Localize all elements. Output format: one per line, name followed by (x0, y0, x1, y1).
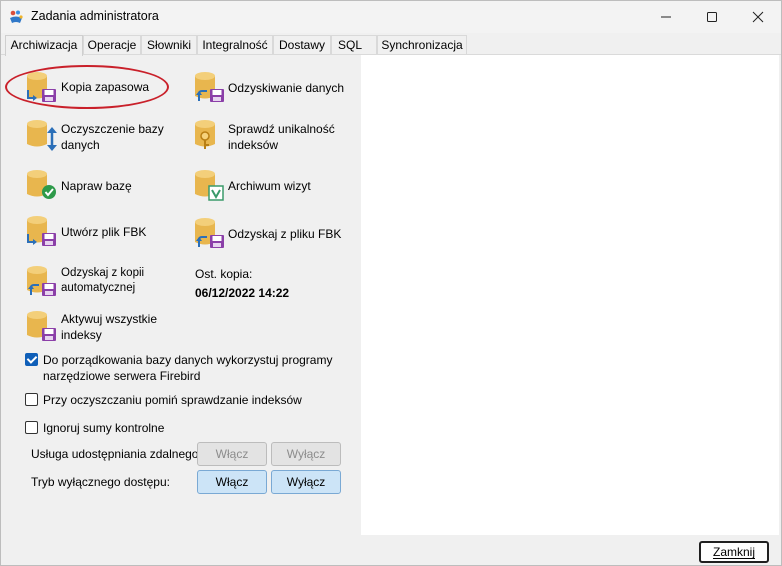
check-unique-indexes-label: Sprawdź unikalność indeksów (228, 122, 335, 152)
repair-database-action[interactable]: Napraw bazę (25, 168, 165, 204)
tab-sql[interactable]: SQL (331, 35, 377, 55)
create-fbk-label: Utwórz plik FBK (61, 225, 147, 239)
recover-fbk-action[interactable]: Odzyskaj z pliku FBK (193, 216, 353, 252)
tab-strip: Archiwizacja Operacje Słowniki Integraln… (5, 35, 779, 56)
activate-indexes-action[interactable]: Aktywuj wszystkie indeksy (25, 309, 175, 347)
tab-archiwizacja[interactable]: Archiwizacja (5, 35, 83, 56)
use-firebird-tools-option[interactable]: Do porządkowania bazy danych wykorzystuj… (25, 353, 345, 385)
visit-archive-action[interactable]: Archiwum wizyt (193, 168, 333, 204)
use-firebird-tools-checkbox[interactable] (25, 353, 38, 366)
database-check-icon (27, 170, 56, 199)
check-unique-indexes-action[interactable]: Sprawdź unikalność indeksów (193, 118, 353, 156)
tab-synchronizacja[interactable]: Synchronizacja (377, 35, 467, 55)
skip-index-check-checkbox[interactable] (25, 393, 38, 406)
close-button-label: Zamknij (712, 545, 755, 559)
minimize-icon (661, 16, 671, 18)
admin-tasks-window: Zadania administratora Archiwizacja Oper… (0, 0, 782, 566)
skip-index-check-label: Przy oczyszczaniu pomiń sprawdzanie inde… (43, 393, 302, 407)
close-window-button[interactable] (735, 1, 781, 33)
database-cleanup-icon (27, 120, 57, 151)
tab-dostawy[interactable]: Dostawy (273, 35, 331, 55)
ignore-checksums-checkbox[interactable] (25, 421, 38, 434)
database-archive-icon (195, 170, 224, 201)
database-auto-restore-icon (27, 266, 56, 296)
visit-archive-label: Archiwum wizyt (228, 179, 311, 193)
use-firebird-tools-label: Do porządkowania bazy danych wykorzystuj… (43, 353, 333, 383)
database-restore-icon (195, 72, 224, 102)
last-backup-value: 06/12/2022 14:22 (195, 286, 290, 300)
maximize-icon (707, 12, 717, 22)
title-bar: Zadania administratora (1, 1, 781, 33)
maximize-button[interactable] (689, 1, 735, 33)
ignore-checksums-option[interactable]: Ignoruj sumy kontrolne (25, 421, 225, 437)
recover-auto-backup-action[interactable]: Odzyskaj z kopii automatycznej (25, 264, 175, 302)
database-import-icon (195, 218, 224, 248)
close-button[interactable]: Zamknij (699, 541, 769, 563)
database-index-icon (27, 311, 56, 341)
annotation-ellipse (5, 65, 169, 109)
exclusive-mode-disable-button[interactable]: Wyłącz (271, 470, 341, 494)
tab-operacje[interactable]: Operacje (83, 35, 141, 55)
minimize-button[interactable] (643, 1, 689, 33)
content-area (361, 55, 779, 535)
tab-integralnosc[interactable]: Integralność (197, 35, 273, 55)
cleanup-database-action[interactable]: Oczyszczenie bazy danych (25, 118, 175, 156)
activate-indexes-label: Aktywuj wszystkie indeksy (61, 312, 158, 342)
skip-index-check-option[interactable]: Przy oczyszczaniu pomiń sprawdzanie inde… (25, 393, 325, 409)
remote-sharing-disable-button: Wyłącz (271, 442, 341, 466)
last-backup-label: Ost. kopia: (195, 267, 253, 281)
recover-data-action[interactable]: Odzyskiwanie danych (193, 70, 353, 106)
ignore-checksums-label: Ignoruj sumy kontrolne (43, 421, 165, 435)
create-fbk-action[interactable]: Utwórz plik FBK (25, 214, 165, 250)
recover-data-label: Odzyskiwanie danych (228, 81, 345, 95)
database-key-icon (195, 120, 215, 149)
tab-slowniki[interactable]: Słowniki (141, 35, 197, 55)
app-logo-icon (10, 10, 23, 23)
recover-fbk-label: Odzyskaj z pliku FBK (228, 227, 342, 241)
window-title: Zadania administratora (31, 9, 159, 23)
cleanup-database-label: Oczyszczenie bazy danych (61, 122, 164, 152)
repair-database-label: Napraw bazę (61, 179, 132, 193)
close-icon (752, 11, 764, 23)
remote-sharing-enable-button: Włącz (197, 442, 267, 466)
remote-sharing-label: Usługa udostępniania zdalnego: (31, 447, 202, 461)
database-export-icon (27, 216, 56, 246)
exclusive-mode-enable-button[interactable]: Włącz (197, 470, 267, 494)
exclusive-mode-label: Tryb wyłącznego dostępu: (31, 475, 170, 489)
recover-auto-backup-label: Odzyskaj z kopii automatycznej (61, 267, 145, 294)
footer-bar (1, 535, 781, 565)
